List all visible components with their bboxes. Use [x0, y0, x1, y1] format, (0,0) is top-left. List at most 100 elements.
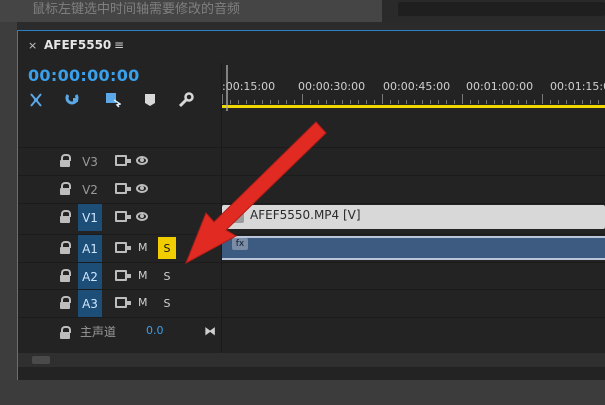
fx-badge: fx	[232, 238, 248, 250]
ruler-tick	[446, 100, 447, 104]
master-track-label: 主声道	[80, 325, 117, 339]
ruler-tick	[510, 100, 511, 104]
mute-button[interactable]: M	[138, 241, 148, 254]
track-lane-v2[interactable]	[222, 175, 605, 203]
eye-icon[interactable]	[136, 184, 148, 193]
audio-clip[interactable]: fx	[222, 236, 605, 260]
sequence-tab-title[interactable]: AFEF5550	[44, 38, 111, 52]
timeline-panel: × AFEF5550 ≡ 00:00:00:00 :00:15:00 00:00…	[18, 31, 605, 381]
track-header-v3[interactable]: V3	[18, 147, 221, 175]
track-lane-v1[interactable]: AFEF5550.MP4 [V]	[222, 203, 605, 231]
ruler-tick	[422, 100, 423, 104]
track-lane-v3[interactable]	[222, 147, 605, 175]
ruler-label: 00:01:15:00	[550, 80, 605, 93]
track-lane-a2[interactable]	[222, 262, 605, 290]
track-label[interactable]: A3	[78, 290, 102, 317]
top-caption: 鼠标左键选中时间轴需要修改的音频	[32, 2, 241, 17]
track-header-v2[interactable]: V2	[18, 175, 221, 203]
marker-tool-icon[interactable]	[104, 91, 122, 109]
playhead-timecode[interactable]: 00:00:00:00	[28, 66, 140, 85]
film-icon[interactable]	[115, 242, 131, 253]
track-lane-a3[interactable]	[222, 289, 605, 317]
track-label[interactable]: V1	[78, 204, 102, 231]
top-strip: 鼠标左键选中时间轴需要修改的音频	[0, 0, 605, 22]
lock-icon[interactable]	[60, 182, 71, 195]
film-icon[interactable]	[115, 270, 131, 281]
ruler-tick	[230, 100, 231, 104]
lock-icon[interactable]	[60, 210, 71, 223]
master-output-icon[interactable]: ⧓	[204, 324, 216, 338]
film-icon[interactable]	[115, 211, 131, 222]
ruler-tick	[494, 100, 495, 104]
ruler-label: :00:15:00	[222, 80, 276, 93]
video-clip[interactable]: AFEF5550.MP4 [V]	[222, 205, 605, 229]
ruler-tick	[382, 94, 383, 104]
track-lane-a1[interactable]: fx	[222, 234, 605, 262]
close-icon[interactable]: ×	[28, 39, 37, 52]
ruler-tick	[310, 100, 311, 104]
film-icon[interactable]	[115, 183, 131, 194]
left-margin	[0, 22, 17, 380]
ruler-tick	[262, 100, 263, 104]
ruler-tick	[478, 100, 479, 104]
solo-button[interactable]: S	[158, 265, 176, 287]
solo-button[interactable]: S	[158, 237, 176, 259]
track-label[interactable]: V2	[78, 176, 102, 203]
ruler-tick	[398, 100, 399, 104]
track-header-a3[interactable]: A3 M S	[18, 289, 221, 317]
time-ruler[interactable]: :00:15:00 00:00:30:00 00:00:45:00 00:01:…	[222, 63, 605, 108]
track-label[interactable]: A2	[78, 263, 102, 290]
work-area-bar[interactable]	[222, 105, 605, 108]
ruler-tick	[350, 100, 351, 104]
ruler-tick	[374, 100, 375, 104]
track-header-v1[interactable]: V1	[18, 203, 221, 231]
ruler-tick	[438, 100, 439, 104]
solo-button[interactable]: S	[158, 292, 176, 314]
ruler-tick	[414, 100, 415, 104]
wrench-icon[interactable]	[177, 91, 195, 109]
lock-icon[interactable]	[60, 154, 71, 167]
lock-icon[interactable]	[60, 241, 71, 254]
ruler-label: 00:00:45:00	[383, 80, 451, 93]
eye-icon[interactable]	[136, 212, 148, 221]
film-icon[interactable]	[115, 297, 131, 308]
ruler-tick	[502, 100, 503, 104]
video-clip-name: AFEF5550.MP4 [V]	[250, 208, 361, 222]
master-track-lane[interactable]	[222, 317, 605, 352]
lock-icon[interactable]	[60, 296, 71, 309]
track-label[interactable]: V3	[78, 148, 102, 175]
ruler-tick	[366, 100, 367, 104]
eye-icon[interactable]	[136, 156, 148, 165]
ruler-tick	[566, 100, 567, 104]
track-label[interactable]: A1	[78, 235, 102, 262]
ruler-tick	[278, 100, 279, 104]
ruler-tick	[462, 94, 463, 104]
lock-icon[interactable]	[60, 326, 71, 339]
link-icon[interactable]	[63, 91, 81, 109]
snap-icon[interactable]	[27, 91, 45, 109]
master-track-header[interactable]	[18, 317, 221, 352]
track-header-a1[interactable]: A1 M S	[18, 234, 221, 262]
lock-icon[interactable]	[60, 269, 71, 282]
ruler-tick	[358, 100, 359, 104]
ruler-tick	[286, 100, 287, 104]
track-header-a2[interactable]: A2 M S	[18, 262, 221, 290]
playhead[interactable]	[226, 65, 228, 111]
ruler-tick	[542, 94, 543, 104]
film-icon[interactable]	[115, 155, 131, 166]
ruler-label: 00:01:00:00	[466, 80, 534, 93]
ruler-tick	[254, 100, 255, 104]
ruler-tick	[326, 100, 327, 104]
ruler-tick	[406, 100, 407, 104]
scrollbar-thumb[interactable]	[32, 356, 50, 364]
ruler-tick	[550, 100, 551, 104]
top-right-widget	[398, 2, 605, 16]
horizontal-scrollbar[interactable]	[18, 353, 605, 367]
ruler-tick	[486, 100, 487, 104]
menu-icon[interactable]: ≡	[114, 38, 124, 52]
ruler-tick	[598, 100, 599, 104]
bookmark-icon[interactable]	[141, 91, 159, 109]
mute-button[interactable]: M	[138, 296, 148, 309]
master-volume-value[interactable]: 0.0	[146, 324, 164, 337]
mute-button[interactable]: M	[138, 269, 148, 282]
